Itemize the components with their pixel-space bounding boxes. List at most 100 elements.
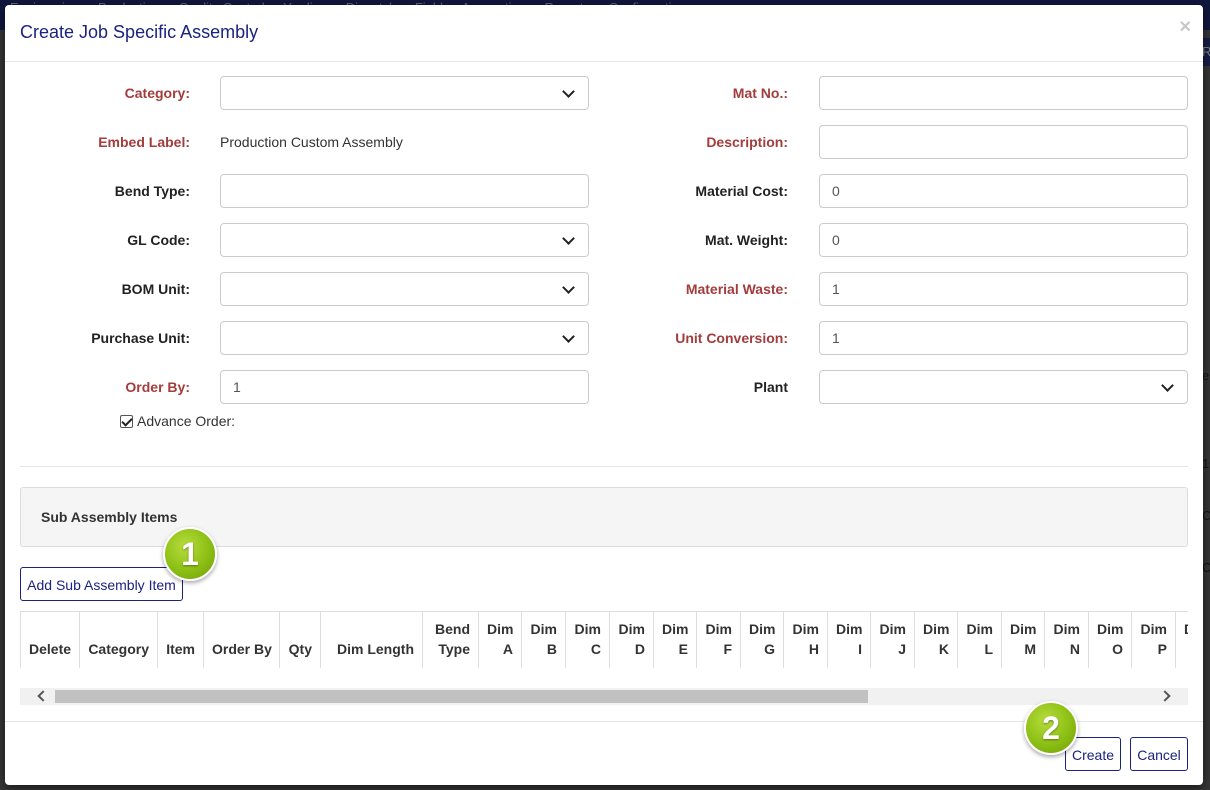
modal-header: Create Job Specific Assembly × <box>5 5 1203 62</box>
advance-order-checkbox[interactable] <box>120 415 133 428</box>
column-header-line: Dim <box>574 621 601 637</box>
column-header-line: I <box>858 641 862 657</box>
column-header: Dim M <box>1001 611 1045 668</box>
scrollbar-thumb[interactable] <box>55 690 868 703</box>
table-header-row: Delete Category Item Order By Qty Dim Length B… <box>20 611 1188 668</box>
description-label: Description: <box>706 134 788 150</box>
unit-conversion-input[interactable]: 1 <box>819 321 1188 355</box>
column-header-line: Q <box>1184 639 1188 659</box>
column-header-line: Type <box>438 641 470 657</box>
column-header: Dim E <box>653 611 697 668</box>
column-header-line: Dim <box>749 621 776 637</box>
column-header-line: Dim <box>1184 619 1188 639</box>
column-header: Delete <box>20 611 80 668</box>
gl-code-select[interactable] <box>220 223 589 257</box>
column-header-line: Dim <box>1053 621 1080 637</box>
column-header-line: P <box>1157 641 1167 657</box>
column-header: Dim O <box>1088 611 1132 668</box>
column-header: Dim B <box>521 611 566 668</box>
bend-type-input[interactable] <box>220 174 589 208</box>
purchase-unit-select[interactable] <box>220 321 589 355</box>
modal-title: Create Job Specific Assembly <box>20 22 259 42</box>
advance-order-row: Advance Order: <box>120 413 235 429</box>
column-header-line: Category <box>88 641 149 657</box>
column-header-line: Dim <box>530 621 557 637</box>
horizontal-scrollbar[interactable] <box>20 688 1188 705</box>
column-header: Bend Type <box>422 611 479 668</box>
column-header: Dim Length <box>320 611 423 668</box>
column-header: Order By <box>203 611 280 668</box>
column-header: Dim H <box>783 611 828 668</box>
embed-label-value: Production Custom Assembly <box>220 134 403 150</box>
gl-code-label: GL Code: <box>127 232 190 248</box>
column-header-line: C <box>590 641 601 657</box>
column-header: Dim J <box>870 611 915 668</box>
sub-assembly-table: Delete Category Item Order By Qty Dim Length B… <box>20 611 1188 668</box>
add-sub-assembly-item-button[interactable]: Add Sub Assembly Item <box>20 567 183 601</box>
sub-assembly-title: Sub Assembly Items <box>41 509 178 525</box>
mat-no-label: Mat No.: <box>732 85 788 101</box>
section-divider <box>20 466 1188 467</box>
column-header-line: Dim <box>836 621 863 637</box>
category-label: Category: <box>124 85 190 101</box>
column-header-line: Dim Length <box>337 641 414 657</box>
scroll-right-icon[interactable] <box>1159 690 1171 702</box>
material-cost-label: Material Cost: <box>695 183 788 199</box>
column-header-line: Dim <box>1140 621 1167 637</box>
column-header-line: Order By <box>212 641 272 657</box>
callout-badge-2: 2 <box>1024 701 1078 755</box>
embed-label-label: Embed Label: <box>98 134 190 150</box>
column-header-line: F <box>723 641 732 657</box>
column-header: Dim D <box>609 611 654 668</box>
callout-badge-1: 1 <box>163 527 217 581</box>
category-select[interactable] <box>220 76 589 110</box>
material-waste-label: Material Waste: <box>685 281 788 297</box>
column-header-line: Dim <box>487 621 514 637</box>
column-header-line: Delete <box>29 641 72 657</box>
column-header: Dim C <box>565 611 610 668</box>
bom-unit-label: BOM Unit: <box>121 281 190 297</box>
column-header: Dim N <box>1044 611 1089 668</box>
column-header-line: Item <box>166 641 195 657</box>
column-header: Dim G <box>740 611 784 668</box>
column-header-line: Dim <box>1097 621 1124 637</box>
order-by-label: Order By: <box>125 379 190 395</box>
column-header-line: Bend <box>435 621 470 637</box>
column-header-line: O <box>1112 641 1123 657</box>
plant-select[interactable] <box>819 370 1188 404</box>
column-header-line: Dim <box>705 621 732 637</box>
close-icon[interactable]: × <box>1179 16 1191 39</box>
column-header-line: M <box>1024 641 1036 657</box>
bend-type-label: Bend Type: <box>114 183 190 199</box>
advance-order-label: Advance Order: <box>137 413 236 429</box>
column-header: Dim K <box>914 611 958 668</box>
column-header-line: Dim <box>879 621 906 637</box>
column-header-line: Dim <box>923 621 950 637</box>
column-header-line: H <box>808 641 819 657</box>
column-header: Dim I <box>827 611 871 668</box>
column-header: Dim F <box>696 611 741 668</box>
purchase-unit-label: Purchase Unit: <box>91 330 190 346</box>
column-header: Dim L <box>957 611 1002 668</box>
mat-weight-input[interactable]: 0 <box>819 223 1188 257</box>
column-header-line: G <box>764 641 775 657</box>
mat-no-input[interactable] <box>819 76 1188 110</box>
description-input[interactable] <box>819 125 1188 159</box>
material-waste-input[interactable]: 1 <box>819 272 1188 306</box>
unit-conversion-label: Unit Conversion: <box>675 330 788 346</box>
column-header: Category <box>79 611 158 668</box>
column-header: Dim A <box>478 611 522 668</box>
column-header: DimQ <box>1175 611 1188 668</box>
material-cost-input[interactable]: 0 <box>819 174 1188 208</box>
column-header-line: N <box>1069 641 1080 657</box>
column-header-line: E <box>678 641 688 657</box>
column-header-line: Dim <box>618 621 645 637</box>
create-assembly-modal: Create Job Specific Assembly × Category:… <box>5 5 1203 785</box>
column-header-line: Dim <box>1010 621 1037 637</box>
column-header-line: A <box>502 641 513 657</box>
order-by-input[interactable]: 1 <box>220 370 589 404</box>
scroll-left-icon[interactable] <box>37 690 49 702</box>
bom-unit-select[interactable] <box>220 272 589 306</box>
column-header-line: Dim <box>792 621 819 637</box>
cancel-button[interactable]: Cancel <box>1130 737 1188 771</box>
